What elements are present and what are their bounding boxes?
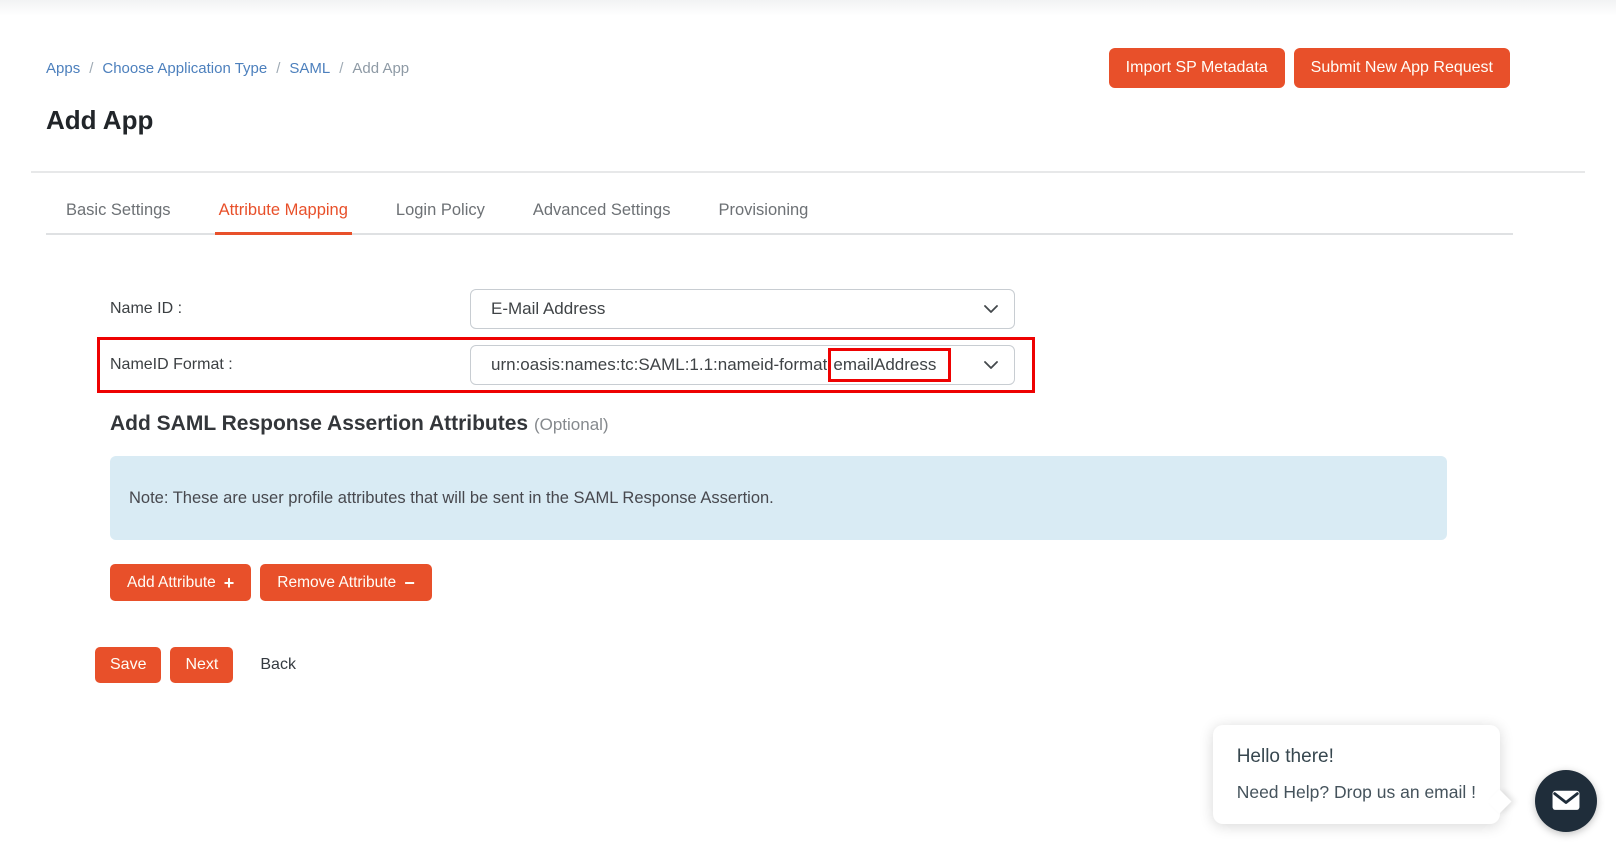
- breadcrumb-separator: /: [339, 60, 344, 77]
- envelope-icon: [1549, 783, 1583, 820]
- chat-bubble: Hello there! Need Help? Drop us an email…: [1212, 725, 1512, 824]
- assertion-note-text: Note: These are user profile attributes …: [129, 488, 774, 507]
- assertion-section-title: Add SAML Response Assertion Attributes: [110, 412, 529, 435]
- nameid-format-value-prefix: urn:oasis:names:tc:SAML:1.1:nameid-forma…: [491, 355, 828, 374]
- chevron-down-icon: [984, 299, 998, 319]
- remove-attribute-label: Remove Attribute: [277, 573, 397, 591]
- breadcrumb-choose-application-type[interactable]: Choose Application Type: [102, 60, 267, 77]
- name-id-label: Name ID :: [110, 300, 183, 317]
- tab-basic-settings[interactable]: Basic Settings: [62, 173, 175, 233]
- top-shadow: [0, 0, 1616, 16]
- submit-new-app-request-button[interactable]: Submit New App Request: [1293, 48, 1510, 88]
- breadcrumb-saml[interactable]: SAML: [289, 60, 330, 77]
- footer-actions: Save Next Back: [95, 647, 1616, 683]
- chevron-down-icon: [984, 355, 998, 375]
- tab-login-policy[interactable]: Login Policy: [392, 173, 489, 233]
- chat-bubble-tail: [1487, 789, 1512, 814]
- nameid-format-value-highlighted: emailAddress: [828, 348, 952, 382]
- tab-advanced-settings[interactable]: Advanced Settings: [529, 173, 675, 233]
- nameid-format-select[interactable]: urn:oasis:names:tc:SAML:1.1:nameid-forma…: [470, 345, 1015, 385]
- plus-icon: +: [223, 572, 235, 593]
- chat-message: Need Help? Drop us an email !: [1236, 782, 1476, 802]
- name-id-row: Name ID : E-Mail Address: [95, 289, 1616, 329]
- page-title: Add App: [46, 105, 154, 135]
- attribute-mapping-panel: Name ID : E-Mail Address NameID Format :…: [95, 289, 1616, 683]
- name-id-select[interactable]: E-Mail Address: [470, 289, 1015, 329]
- breadcrumb-apps[interactable]: Apps: [46, 60, 80, 77]
- assertion-section-optional-tag: (Optional): [533, 415, 609, 434]
- breadcrumb-add-app: Add App: [352, 60, 410, 77]
- nameid-format-highlight-box: NameID Format : urn:oasis:names:tc:SAML:…: [97, 337, 1035, 393]
- breadcrumb-separator: /: [276, 60, 281, 77]
- remove-attribute-button[interactable]: Remove Attribute −: [260, 564, 432, 601]
- assertion-section-heading: Add SAML Response Assertion Attributes (…: [110, 409, 1616, 440]
- tab-bar: Basic Settings Attribute Mapping Login P…: [46, 173, 1513, 235]
- breadcrumb-separator: /: [89, 60, 94, 77]
- add-attribute-button[interactable]: Add Attribute +: [110, 564, 252, 601]
- add-attribute-label: Add Attribute: [127, 573, 216, 591]
- attribute-buttons: Add Attribute + Remove Attribute −: [110, 564, 1616, 601]
- minus-icon: −: [404, 572, 415, 593]
- save-button[interactable]: Save: [95, 647, 162, 683]
- nameid-format-label: NameID Format :: [110, 356, 233, 373]
- tab-provisioning[interactable]: Provisioning: [714, 173, 812, 233]
- assertion-note: Note: These are user profile attributes …: [110, 456, 1447, 540]
- back-link[interactable]: Back: [260, 656, 296, 674]
- nameid-format-row: NameID Format : urn:oasis:names:tc:SAML:…: [110, 345, 1018, 385]
- chat-greeting: Hello there!: [1236, 746, 1334, 767]
- tab-attribute-mapping[interactable]: Attribute Mapping: [214, 173, 352, 235]
- next-button[interactable]: Next: [170, 647, 234, 683]
- name-id-selected-value: E-Mail Address: [491, 299, 606, 318]
- import-sp-metadata-button[interactable]: Import SP Metadata: [1108, 48, 1285, 88]
- header-actions: Import SP Metadata Submit New App Reques…: [1108, 48, 1510, 88]
- chat-launcher-button[interactable]: [1535, 770, 1597, 832]
